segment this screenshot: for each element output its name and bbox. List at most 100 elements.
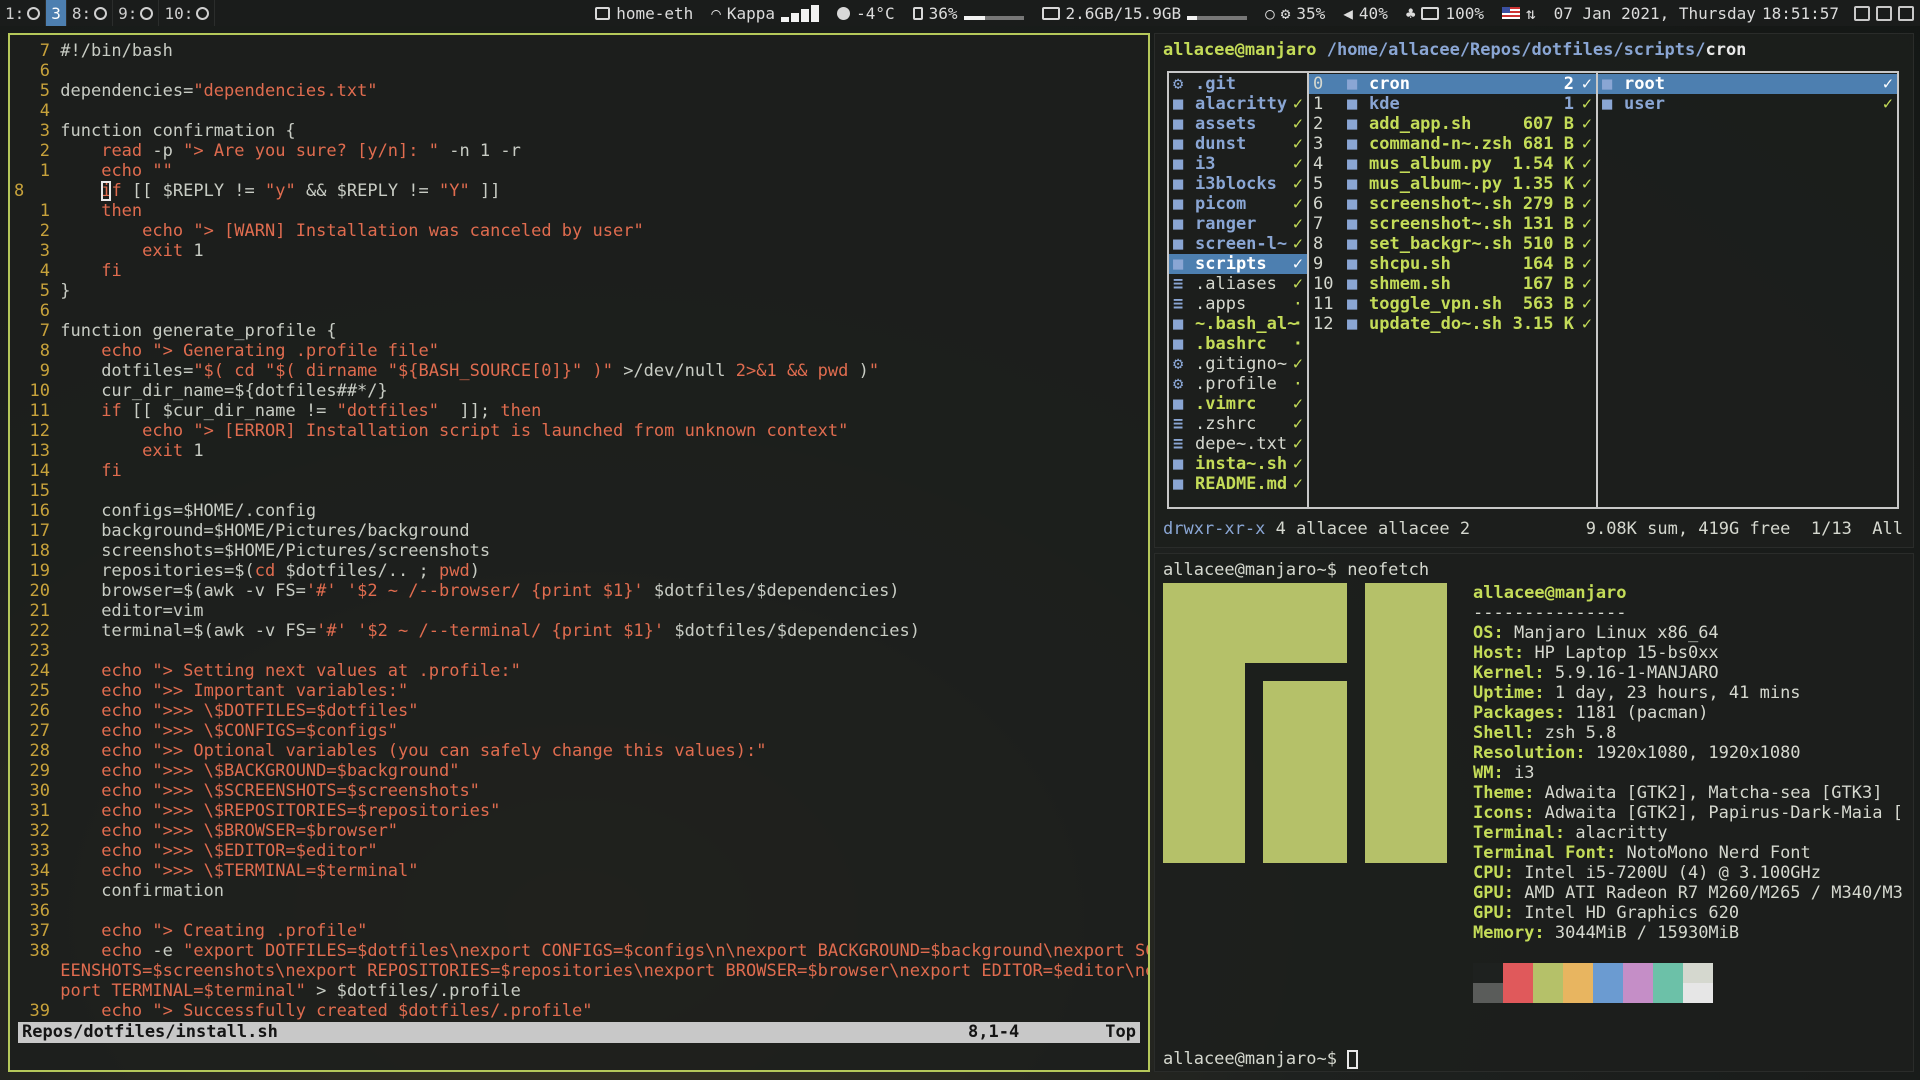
config-file-icon: ⚙ (1173, 374, 1184, 394)
file-entry[interactable]: ■ .vimrc ✓ (1169, 394, 1307, 414)
workspace-1[interactable]: 1: (0, 0, 47, 26)
workspace-2[interactable]: 3 (46, 0, 67, 26)
weather-block[interactable]: -4°C (828, 4, 904, 23)
file-entry[interactable]: 2 ■ add_app.sh 607 B ✓ (1309, 114, 1596, 134)
file-entry[interactable]: 12 ■ update_do~.sh 3.15 K ✓ (1309, 314, 1596, 334)
entry-index: 5 (1313, 174, 1324, 194)
file-entry[interactable]: ■ ~.bash_al~ · (1169, 314, 1307, 334)
code-token: exit (142, 441, 184, 461)
code-line: 1 then (10, 201, 1148, 221)
info-value: 1 day, 23 hours, 41 mins (1544, 683, 1801, 703)
file-entry[interactable]: ■ i3 ✓ (1169, 154, 1307, 174)
code-line: 28 echo ">> Optional variables (you can … (10, 741, 1148, 761)
file-entry[interactable]: ■ ranger ✓ (1169, 214, 1307, 234)
file-entry[interactable]: ≡ .apps · (1169, 294, 1307, 314)
keyboard-layout-block[interactable]: ⇅ (1493, 4, 1545, 23)
file-entry[interactable]: ⚙ .git (1169, 74, 1307, 94)
code-line: 37 echo "> Creating .profile" (10, 921, 1148, 941)
code-token: ">>> \$BROWSER=$browser" (152, 821, 399, 841)
line-number: 6 (39, 61, 50, 81)
code-token: >/dev/null (612, 361, 736, 381)
file-entry[interactable]: ⚙ .gitigno~ ✓ (1169, 354, 1307, 374)
file-entry[interactable]: ■ .bashrc · (1169, 334, 1307, 354)
file-entry[interactable]: 1 ■ kde 1 ✓ (1309, 94, 1596, 114)
file-entry[interactable]: ■ insta~.sh ✓ (1169, 454, 1307, 474)
tray-chat-icon[interactable] (1898, 5, 1914, 21)
file-entry[interactable]: ■ scripts ✓ (1169, 254, 1307, 274)
file-entry[interactable]: ■ i3blocks ✓ (1169, 174, 1307, 194)
file-entry[interactable]: ⚙ .profile · (1169, 374, 1307, 394)
file-entry[interactable]: ■ user ✓ (1598, 94, 1897, 114)
tray-app-icon[interactable] (1854, 5, 1870, 21)
battery-block[interactable]: 36% (904, 4, 1033, 23)
file-entry[interactable]: ■ README.md ✓ (1169, 474, 1307, 494)
color-palette (1473, 963, 1713, 1003)
info-value: 1920x1080, 1920x1080 (1585, 743, 1801, 763)
code-line: 7 function generate_profile { (10, 321, 1148, 341)
file-entry[interactable]: ■ root ✓ (1598, 74, 1897, 94)
code-line: 2 read -p "> Are you sure? [y/n]: " -n 1… (10, 141, 1148, 161)
script-file-icon: ■ (1173, 334, 1184, 354)
plug-icon: ♣ (1405, 3, 1416, 23)
workspace-label: 10: (164, 3, 194, 23)
workspace-label: 3 (51, 3, 61, 23)
file-entry[interactable]: 11 ■ toggle_vpn.sh 563 B ✓ (1309, 294, 1596, 314)
file-entry[interactable]: ■ assets ✓ (1169, 114, 1307, 134)
ranger-parent-column[interactable]: ⚙ .git ■ alacritty ✓ ■ assets ✓ ■ dunst ✓ ■ i3 ✓ ■ i3bl… (1169, 73, 1309, 507)
ranger-preview-column[interactable]: ■ root ✓ ■ user ✓ (1598, 73, 1897, 507)
info-fields: OS: Manjaro Linux x86_64 Host: HP Laptop … (1473, 623, 1913, 943)
file-entry[interactable]: ■ alacritty ✓ (1169, 94, 1307, 114)
vim-editor-window[interactable]: 7 #!/bin/bash 6 5 dependencies="dependenc… (8, 33, 1150, 1072)
cpu-block[interactable]: ○ ⚙ 35% (1256, 4, 1334, 23)
info-value: AMD ATI Radeon R7 M260/M265 / M340/M3 (1513, 883, 1903, 903)
file-entry[interactable]: ≡ depe~.txt ✓ (1169, 434, 1307, 454)
network-block[interactable]: home-eth (586, 4, 702, 23)
entry-index: 12 (1313, 314, 1334, 334)
file-entry[interactable]: ≡ .aliases ✓ (1169, 274, 1307, 294)
memory-block[interactable]: 2.6GB/15.9GB (1033, 4, 1257, 23)
file-entry[interactable]: 5 ■ mus_album~.py 1.35 K ✓ (1309, 174, 1596, 194)
file-entry[interactable]: ■ picom ✓ (1169, 194, 1307, 214)
file-entry[interactable]: 7 ■ screenshot~.sh 131 B ✓ (1309, 214, 1596, 234)
file-entry[interactable]: 8 ■ set_backgr~.sh 510 B ✓ (1309, 234, 1596, 254)
wifi-block[interactable]: ◠ Kappa (702, 4, 828, 23)
entry-size: 3.15 K (1512, 314, 1574, 334)
power-block[interactable]: ♣ 100% (1397, 4, 1493, 23)
cpu-label: 35% (1296, 3, 1326, 23)
tray-network-icon[interactable] (1876, 5, 1892, 21)
volume-block[interactable]: ◀ 40% (1334, 4, 1397, 23)
workspace-4[interactable]: 9: (113, 0, 160, 26)
code-token: echo (101, 941, 143, 961)
ranger-current-column[interactable]: 0 ■ cron 2 ✓ 1 ■ kde 1 ✓ 2 ■ add_app.sh 607 B ✓ 3 ■ comma… (1309, 73, 1598, 507)
entry-name: .bashrc (1195, 334, 1267, 354)
code-area[interactable]: 7 #!/bin/bash 6 5 dependencies="dependenc… (10, 35, 1148, 1021)
code-line: 13 exit 1 (10, 441, 1148, 461)
file-entry[interactable]: 0 ■ cron 2 ✓ (1309, 74, 1596, 94)
file-entry[interactable]: 10 ■ shmem.sh 167 B ✓ (1309, 274, 1596, 294)
file-entry[interactable]: 9 ■ shcpu.sh 164 B ✓ (1309, 254, 1596, 274)
neofetch-terminal-window[interactable]: allacee@manjaro~$ neofetch allacee@manja… (1154, 553, 1914, 1072)
entry-name: kde (1369, 94, 1400, 114)
script-file-icon: ■ (1347, 234, 1358, 254)
shell-input-line[interactable]: allacee@manjaro~$ (1163, 1049, 1359, 1069)
file-entry[interactable]: ≡ .zshrc ✓ (1169, 414, 1307, 434)
file-entry[interactable]: 3 ■ command-n~.zsh 681 B ✓ (1309, 134, 1596, 154)
file-entry[interactable]: ■ dunst ✓ (1169, 134, 1307, 154)
code-line: 32 echo ">>> \$BROWSER=$browser" (10, 821, 1148, 841)
file-entry[interactable]: 6 ■ screenshot~.sh 279 B ✓ (1309, 194, 1596, 214)
date-block[interactable]: 07 Jan 2021, Thursday 18:51:57 (1545, 4, 1848, 23)
line-number: 33 (29, 841, 50, 861)
workspace-3[interactable]: 8: (67, 0, 114, 26)
file-entry[interactable]: 4 ■ mus_album.py 1.54 K ✓ (1309, 154, 1596, 174)
git-status-mark: ✓ (1581, 294, 1592, 314)
file-entry[interactable]: ■ screen-l~ ✓ (1169, 234, 1307, 254)
ranger-window[interactable]: allacee@manjaro /home/allacee/Repos/dotf… (1154, 33, 1914, 548)
workspace-5[interactable]: 10: (159, 0, 216, 26)
